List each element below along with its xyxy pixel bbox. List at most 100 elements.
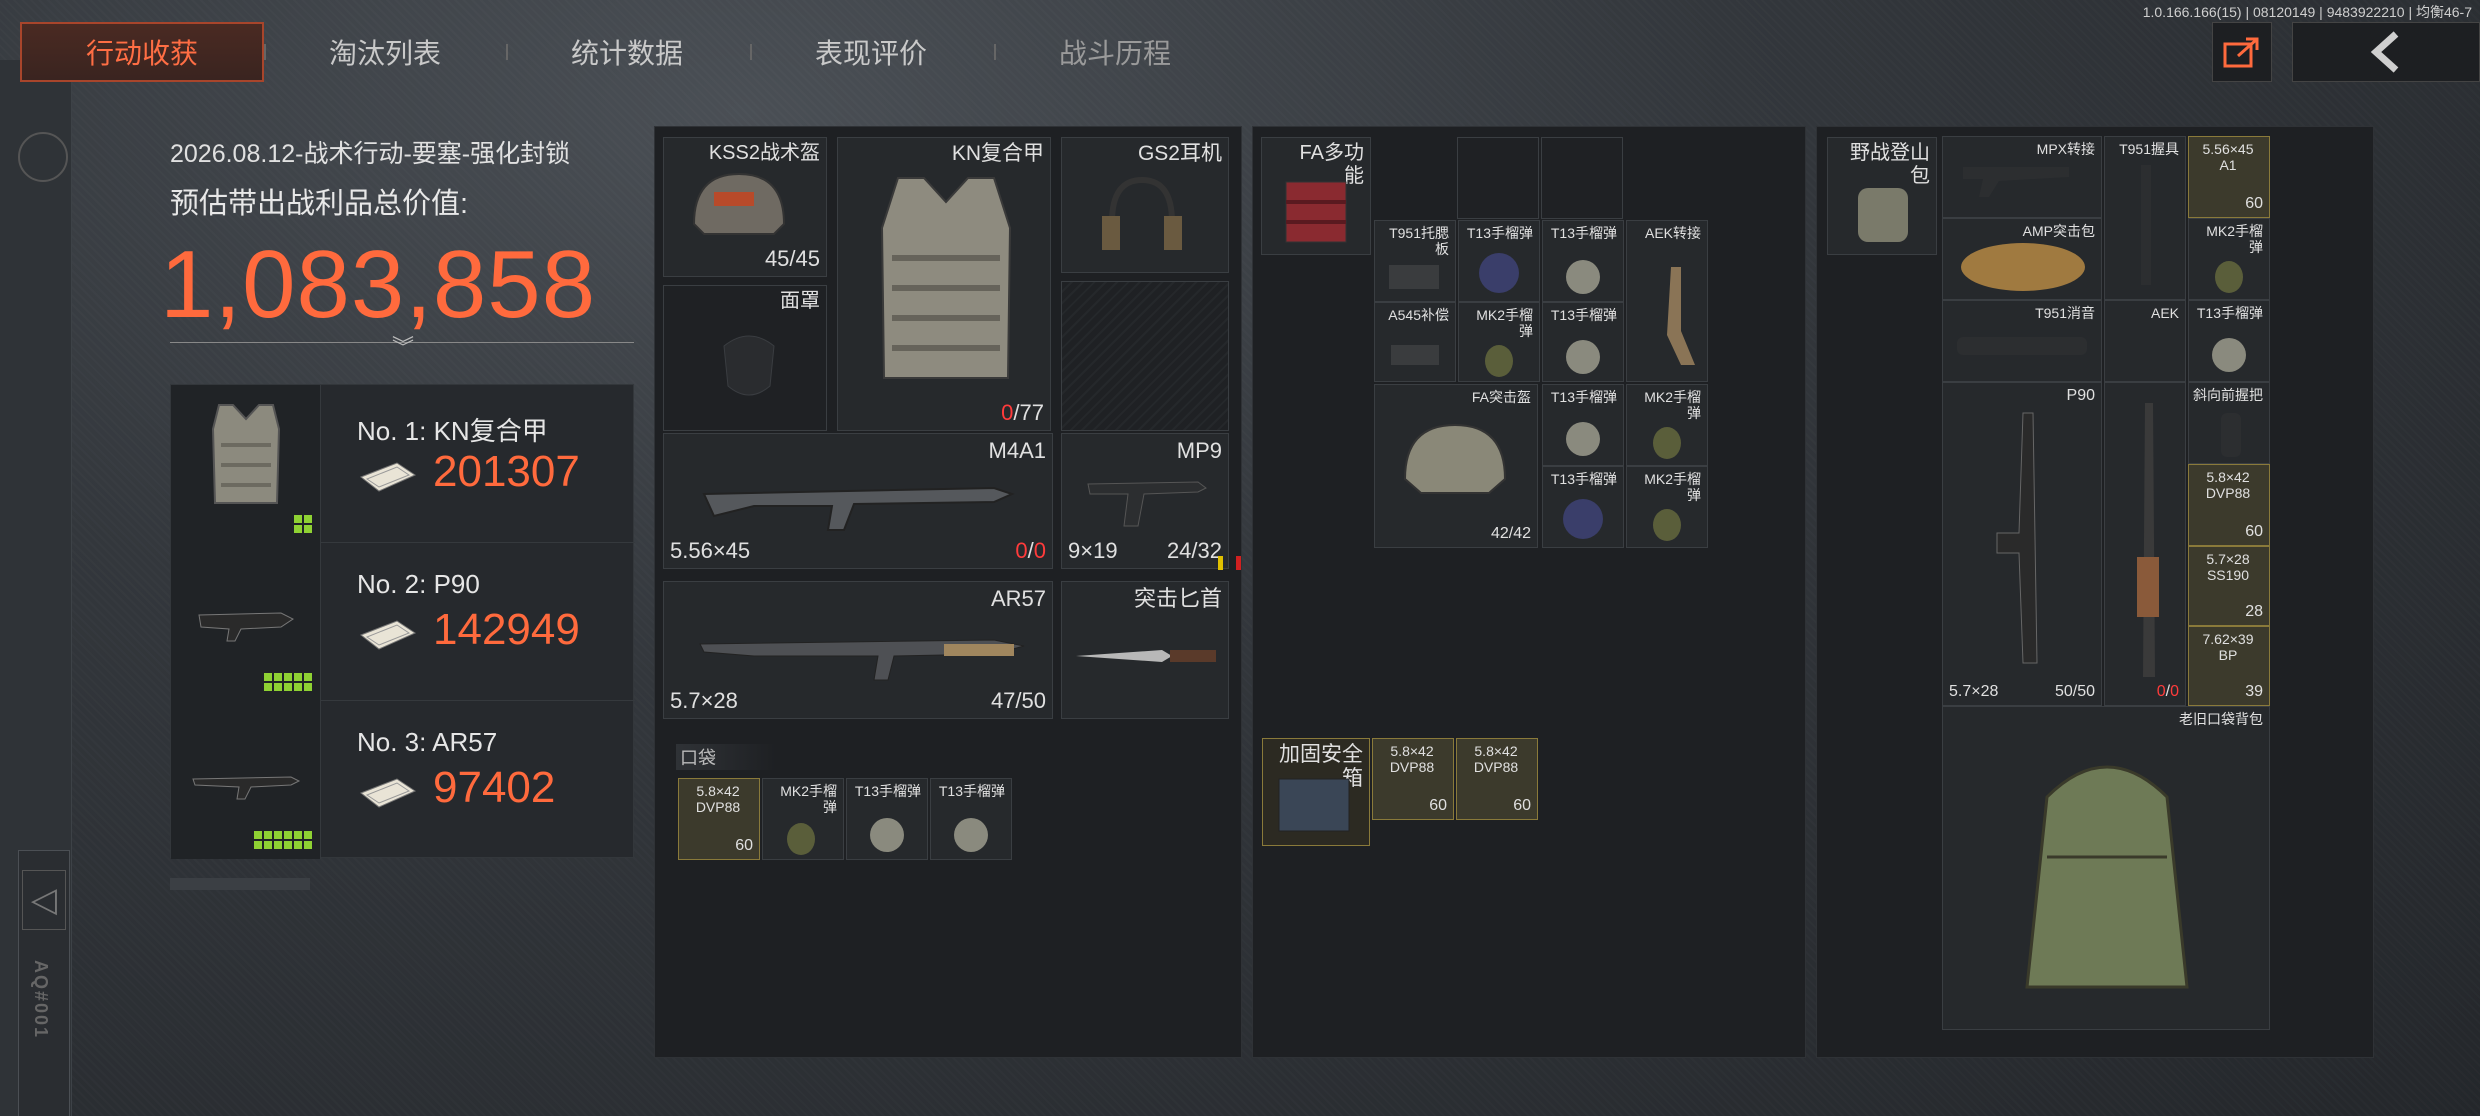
rig-item-slot[interactable]: MK2手榴弹 [1626,384,1708,466]
backpack-item-slot[interactable]: P90 5.7×28 50/50 [1942,382,2102,706]
rifle-thumbnail [171,701,321,859]
backpack-slot[interactable]: 野战登山包 [1827,137,1937,255]
backpack-item-slot[interactable]: MPX转接 [1942,136,2102,218]
rig-item-slot[interactable]: MK2手榴弹 [1626,466,1708,548]
melee-slot[interactable]: 突击匕首 [1061,581,1229,719]
backpack-item-slot[interactable]: T951握具 [2104,136,2186,300]
rig-item-slot[interactable]: MK2手榴弹 [1458,302,1540,382]
loot-total-value: 1,083,858 [160,231,597,338]
item-name: 老旧口袋背包 [2179,711,2263,727]
pocket-slot[interactable]: T13手榴弹 [846,778,928,860]
safebox-item-slot[interactable]: 5.8×42 DVP88 60 [1372,738,1454,820]
rig-item-slot[interactable]: T13手榴弹 [1542,302,1624,382]
rig-icon [1285,181,1347,243]
item-name: 斜向前握把 [2193,387,2263,403]
knife-icon [1076,650,1216,662]
smg-thumbnail [171,543,321,701]
item-count: 28 [2245,603,2263,620]
version-info: 1.0.166.166(15) | 08120149 | 9483922210 … [2142,4,2472,20]
backpack-item-slot[interactable]: 老旧口袋背包 [1942,706,2270,1030]
rig-item-slot[interactable]: T13手榴弹 [1542,220,1624,302]
empty-slot[interactable] [1061,281,1229,431]
item-name: T13手榴弹 [1466,225,1533,241]
grenade-icon [1479,253,1519,293]
item-name: MK2手榴弹 [2206,223,2263,256]
item-name: 5.8×42 DVP88 [1473,743,1519,776]
armor-durability: 0/77 [1001,400,1044,425]
grenade-icon [1653,509,1681,541]
item-name: 5.7×28 SS190 [2206,551,2250,584]
helmet-slot[interactable]: KSS2战术盔 45/45 [663,137,827,277]
safebox-slot[interactable]: 加固安全箱 [1262,738,1370,846]
rig-item-slot[interactable]: AEK转接 [1626,220,1708,382]
melee-name: 突击匕首 [1133,586,1222,611]
back-button[interactable] [2292,22,2480,82]
tab-statistics[interactable]: 统计数据 [522,22,732,82]
rig-item-slot[interactable]: T13手榴弹 [1542,466,1624,548]
rig-slot[interactable]: FA多功能 [1261,137,1371,255]
backpack-item-slot[interactable]: 5.8×42 DVP88 60 [2188,464,2270,546]
rig-item-slot[interactable]: T13手榴弹 [1458,220,1540,302]
empty-slot[interactable] [1457,137,1539,219]
backpack-item-slot[interactable]: MK2手榴弹 [2188,218,2270,300]
rig-item-slot[interactable]: FA突击盔 42/42 [1374,384,1538,548]
item-count: 50/50 [2054,683,2095,700]
stock-icon [1963,167,2069,197]
mask-slot[interactable]: 面罩 [663,285,827,431]
weapon-caliber: 9×19 [1068,538,1118,563]
bag-icon [1961,243,2085,291]
backpack-item-slot[interactable]: 0/0 [2104,382,2186,706]
top-item-row[interactable]: No. 2: P90 142949 [171,543,635,701]
stock-icon [2141,165,2151,285]
tab-separator [264,44,266,60]
backpack-item-slot[interactable]: T13手榴弹 [2188,300,2270,382]
top-item-value: 97402 [433,763,556,812]
tab-loot[interactable]: 行动收获 [20,22,264,82]
weapon-name: AR57 [990,586,1046,611]
top-item-row[interactable]: No. 1: KN复合甲 201307 [171,385,635,543]
item-name: T951消音 [2035,305,2095,321]
pocket-slot[interactable]: 5.8×42 DVP88 60 [678,778,760,860]
warning-triangle-icon[interactable]: ◁ [22,870,66,930]
rig-item-slot[interactable]: T13手榴弹 [1542,384,1624,466]
backpack-item-slot[interactable]: AMP突击包 [1942,218,2102,300]
helmet-durability: 45/45 [764,246,820,271]
equipment-panel: KSS2战术盔 45/45 KN复合甲 0/77 GS2耳机 面罩 M4A1 5… [654,126,1242,1058]
primary-weapon-slot[interactable]: M4A1 5.56×45 0/0 [663,433,1053,569]
secondary-weapon-slot[interactable]: MP9 9×19 24/32 [1061,433,1229,569]
backpack-item-slot[interactable]: 7.62×39 BP 39 [2188,626,2270,706]
top-item-name: No. 1: KN复合甲 [357,416,548,446]
top-item-value: 142949 [433,605,580,654]
cash-icon [359,778,417,808]
grenade-icon [2212,338,2246,372]
expand-chevron-icon[interactable]: ︾ [392,330,414,362]
rig-item-slot[interactable]: A545补偿 [1374,302,1456,382]
backpack-item-slot[interactable]: 5.7×28 SS190 28 [2188,546,2270,626]
top-item-row[interactable]: No. 3: AR57 97402 [171,701,635,859]
primary-weapon-2-slot[interactable]: AR57 5.7×28 47/50 [663,581,1053,719]
backpack-icon [1858,188,1908,242]
armor-slot[interactable]: KN复合甲 0/77 [837,137,1051,431]
share-button[interactable] [2212,22,2272,82]
item-name: 7.62×39 BP [2202,631,2254,664]
grenade-icon [954,818,988,852]
item-count: 60 [1429,797,1447,814]
pocket-slot[interactable]: T13手榴弹 [930,778,1012,860]
item-count: 60 [735,837,753,854]
tab-battle-history[interactable]: 战斗历程 [1010,22,1220,82]
backpack-item-slot[interactable]: 5.56×45 A1 60 [2188,136,2270,218]
backpack-item-slot[interactable]: AEK [2104,300,2186,382]
item-name: T13手榴弹 [854,783,921,799]
backpack-item-slot[interactable]: T951消音 [1942,300,2102,382]
tab-eliminations[interactable]: 淘汰列表 [280,22,490,82]
safebox-item-slot[interactable]: 5.8×42 DVP88 60 [1456,738,1538,820]
pocket-slot[interactable]: MK2手榴弹 [762,778,844,860]
backpack-item-slot[interactable]: 斜向前握把 [2188,382,2270,464]
rig-item-slot[interactable]: T951托腮板 [1374,220,1456,302]
item-name: A545补偿 [1388,307,1449,323]
tab-performance[interactable]: 表现评价 [766,22,976,82]
headset-slot[interactable]: GS2耳机 [1061,137,1229,273]
rifle-icon [699,639,1025,681]
empty-slot[interactable] [1541,137,1623,219]
top-items-list: No. 1: KN复合甲 201307 No. 2: P90 142949 No… [170,384,635,859]
